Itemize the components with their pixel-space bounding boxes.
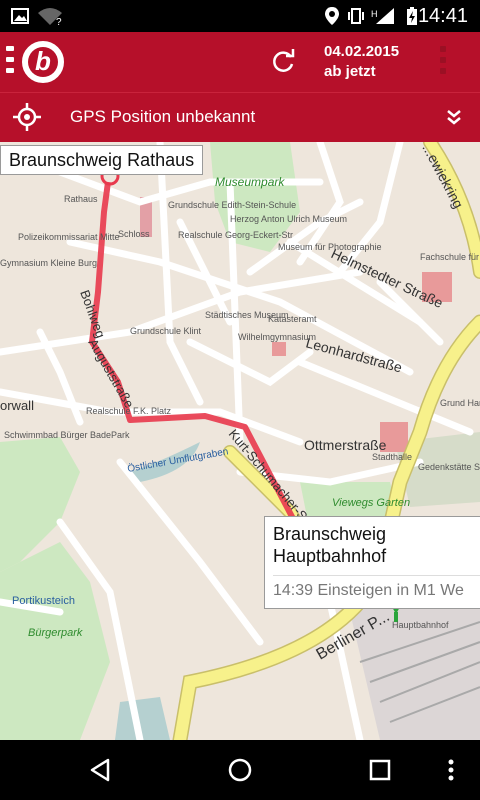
poi-stadthalle: Stadthalle <box>372 452 412 462</box>
home-icon[interactable] <box>226 756 254 784</box>
poi-schloss: Schloss <box>118 229 150 239</box>
poi-polizei: Polizeikommissariat Mitte <box>18 232 120 242</box>
system-nav-bar <box>0 740 480 800</box>
gps-status-label: GPS Position unbekannt <box>70 107 256 126</box>
street-label-ottmerstrasse: Ottmerstraße <box>304 437 387 453</box>
poi-grundschule-klint: Grundschule Klint <box>130 326 202 336</box>
start-callout[interactable]: Braunschweig Rathaus <box>0 145 204 175</box>
gps-target-icon[interactable] <box>12 102 42 132</box>
recents-icon[interactable] <box>366 756 394 784</box>
map-canvas: Bohlweg Auguststraße Leonhardstraße Helm… <box>0 142 480 740</box>
destination-connection-info: 14:39 Einsteigen in M1 We <box>273 575 480 602</box>
status-bar: ? H 14:41 <box>0 0 480 32</box>
status-time: 14:41 <box>417 5 468 27</box>
destination-callout[interactable]: Braunschweig Hauptbahnhof 14:39 Einsteig… <box>264 516 480 609</box>
poi-grundschule-hans: Grund Hans G Gymn <box>440 398 480 408</box>
drawer-menu-icon[interactable] <box>6 46 16 78</box>
poi-katasteramt: Katasteramt <box>268 314 317 324</box>
destination-line2: Hauptbahnhof <box>273 546 387 566</box>
signal-h-icon: H <box>371 8 394 24</box>
expand-down-icon[interactable] <box>444 108 464 128</box>
street-label-auguststrasse: Auguststraße <box>85 336 137 410</box>
overflow-menu-icon[interactable] <box>438 46 448 78</box>
poi-portikusteich: Portikusteich <box>12 595 75 607</box>
vibrate-icon <box>348 8 364 24</box>
poi-fachschule: Fachschule für Technik <box>420 252 480 262</box>
water-label-umflutgraben: Östlicher Umflutgraben <box>126 445 229 475</box>
street-label-wall: orwall <box>0 398 34 413</box>
street-label-bohlweg: Bohlweg <box>77 288 108 340</box>
poi-gedenkstaette: Gedenkstätte Schillstraße <box>418 462 480 472</box>
poi-museumpark: Museumpark <box>215 175 285 189</box>
date-label: 04.02.2015 <box>324 43 400 60</box>
poi-realschule-fk: Realschule F.K. Platz <box>86 406 172 416</box>
gps-bar[interactable]: GPS Position unbekannt <box>0 92 480 142</box>
app-bar: b 04.02.2015 ab jetzt <box>0 32 480 92</box>
start-callout-label: Braunschweig Rathaus <box>9 150 195 170</box>
poi-rathaus: Rathaus <box>64 194 98 204</box>
date-time-selector[interactable]: 04.02.2015 ab jetzt <box>324 42 399 82</box>
logo-letter: b <box>28 47 58 77</box>
poi-realschule-georg: Realschule Georg-Eckert-Str <box>178 230 293 240</box>
poi-hauptbahnhof: Hauptbahnhof <box>392 620 449 630</box>
poi-schwimmbad: Schwimmbad Bürger BadePark <box>4 430 130 440</box>
poi-viewegs: Viewegs Garten <box>332 497 410 509</box>
wifi-unknown-icon: ? <box>38 8 62 26</box>
overflow-menu-nav-icon[interactable] <box>444 756 458 784</box>
back-icon[interactable] <box>86 756 114 784</box>
poi-herzog: Herzog Anton Ulrich Museum <box>230 214 347 224</box>
time-mode-label: ab jetzt <box>324 63 376 80</box>
poi-grundschule-edith: Grundschule Edith-Stein-Schule <box>168 200 296 210</box>
location-icon <box>325 7 339 25</box>
refresh-icon[interactable] <box>268 46 298 76</box>
route-map[interactable]: Bohlweg Auguststraße Leonhardstraße Helm… <box>0 142 480 740</box>
app-logo[interactable]: b <box>22 41 64 83</box>
destination-line1: Braunschweig <box>273 524 387 544</box>
svg-text:?: ? <box>56 17 62 26</box>
park-area-west <box>0 437 80 572</box>
svg-text:H: H <box>371 9 378 19</box>
poi-gymnasium: Gymnasium Kleine Burg <box>0 258 97 268</box>
poi-wilhelm: Wilhelmgymnasium <box>238 332 316 342</box>
poi-museum-foto: Museum für Photographie <box>278 242 382 252</box>
poi-buergerpark: Bürgerpark <box>28 627 83 639</box>
water-area <box>115 697 170 740</box>
image-icon <box>11 8 29 24</box>
building-museum <box>272 342 286 356</box>
